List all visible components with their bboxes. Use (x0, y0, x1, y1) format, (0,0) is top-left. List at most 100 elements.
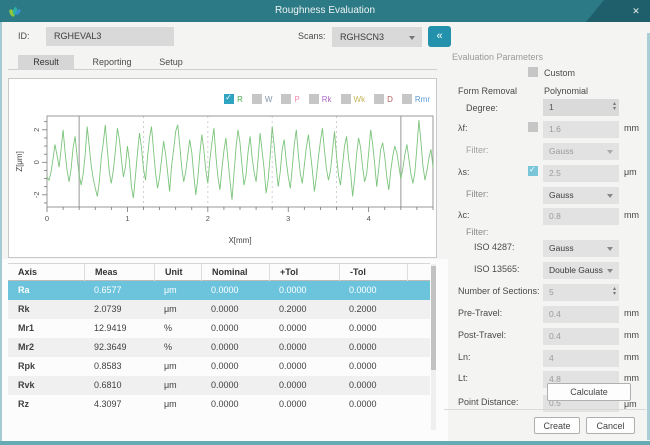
lambda-f-filter-dropdown[interactable]: Gauss (543, 143, 619, 160)
iso-4287-value: Gauss (549, 243, 574, 253)
sections-label: Number of Sections: (458, 286, 540, 296)
table-scrollbar[interactable] (431, 264, 436, 430)
svg-text:-2: -2 (32, 191, 41, 198)
table-cell: 0.0000 (339, 338, 407, 357)
table-row-Rz[interactable]: Rz4.3097μm0.00000.00000.0000 (8, 395, 430, 414)
pre-travel-label: Pre-Travel: (458, 308, 502, 318)
table-cell: Rk (8, 300, 84, 319)
svg-text:X[mm]: X[mm] (228, 236, 251, 245)
table-row-Rpk[interactable]: Rpk0.8583μm0.00000.00000.0000 (8, 357, 430, 376)
chevron-down-icon (607, 269, 613, 273)
table-scrollbar-thumb[interactable] (431, 266, 436, 370)
table-row-Rvk[interactable]: Rvk0.6810μm0.00000.00000.0000 (8, 376, 430, 395)
legend-item-W[interactable]: W (252, 94, 273, 104)
table-cell: 0.0000 (339, 395, 407, 414)
pre-travel-input[interactable]: 0.4 (543, 306, 619, 323)
lambda-f-input[interactable]: 1.6 (543, 121, 619, 138)
iso-4287-dropdown[interactable]: Gauss (543, 240, 619, 257)
close-icon[interactable]: ✕ (627, 0, 645, 22)
unchecked-checkbox-icon[interactable] (252, 94, 262, 104)
legend-label: Rmr (415, 95, 430, 104)
table-cell: 0.0000 (201, 357, 269, 376)
table-cell: μm (154, 300, 201, 319)
custom-checkbox[interactable] (528, 67, 538, 77)
lambda-c-input[interactable]: 0.8 (543, 208, 619, 225)
create-button[interactable]: Create (534, 417, 580, 434)
tab-setup[interactable]: Setup (146, 55, 196, 70)
sections-spinner[interactable]: 5 (543, 284, 619, 301)
table-cell: Mr1 (8, 319, 84, 338)
column-header[interactable]: Nominal (201, 264, 269, 281)
tab-bar: Result Reporting Setup (8, 55, 437, 70)
table-cell: 0.0000 (339, 357, 407, 376)
custom-label: Custom (544, 68, 575, 78)
legend-item-Wk[interactable]: Wk (341, 94, 366, 104)
lambda-s-input[interactable]: 2.5 (543, 165, 619, 182)
ln-input[interactable]: 4 (543, 350, 619, 367)
unchecked-checkbox-icon[interactable] (309, 94, 319, 104)
table-cell: 0.6577 (84, 281, 154, 300)
column-header[interactable]: -Tol (339, 264, 407, 281)
checked-checkbox-icon[interactable] (224, 94, 234, 104)
post-travel-input[interactable]: 0.4 (543, 328, 619, 345)
table-cell: 0.0000 (339, 281, 407, 300)
evaluation-parameters-panel: Evaluation Parameters Custom Form Remova… (440, 22, 650, 445)
table-cell: 0.0000 (269, 338, 339, 357)
table-cell: 0.0000 (269, 395, 339, 414)
table-cell: Rz (8, 395, 84, 414)
unchecked-checkbox-icon[interactable] (281, 94, 291, 104)
table-cell: 0.0000 (339, 376, 407, 395)
degree-spinner[interactable]: 1 (543, 99, 619, 116)
lt-unit: mm (624, 373, 639, 383)
table-row-Mr1[interactable]: Mr112.9419%0.00000.00000.0000 (8, 319, 430, 338)
column-header[interactable]: Axis (8, 264, 84, 281)
svg-text:Z[μm]: Z[μm] (15, 151, 24, 172)
legend-item-R[interactable]: R (224, 94, 243, 104)
panel-header: Evaluation Parameters (452, 52, 543, 62)
unchecked-checkbox-icon[interactable] (374, 94, 384, 104)
tab-result[interactable]: Result (18, 55, 74, 70)
lambda-f-checkbox[interactable] (528, 122, 538, 132)
iso-13565-dropdown[interactable]: Double Gauss (543, 262, 619, 279)
chevron-down-icon (607, 247, 613, 251)
column-header[interactable]: Unit (154, 264, 201, 281)
column-header[interactable]: Meas (84, 264, 154, 281)
id-input[interactable]: RGHEVAL3 (46, 27, 174, 46)
lambda-s-filter-dropdown[interactable]: Gauss (543, 187, 619, 204)
filter-group-label: Filter: (466, 227, 489, 237)
lambda-f-label: λf: (458, 123, 468, 133)
legend-item-Rk[interactable]: Rk (309, 94, 332, 104)
profile-chart-panel: RWPRkWkDRmr 01234-202X[mm]Z[μm] (8, 78, 437, 258)
cancel-button[interactable]: Cancel (586, 417, 635, 434)
table-row-Mr2[interactable]: Mr292.3649%0.00000.00000.0000 (8, 338, 430, 357)
svg-text:4: 4 (367, 214, 371, 223)
legend-item-D[interactable]: D (374, 94, 393, 104)
iso-13565-label: ISO 13565: (474, 264, 520, 274)
table-cell: 0.0000 (201, 376, 269, 395)
legend-label: Wk (354, 95, 366, 104)
table-cell: 0.0000 (201, 395, 269, 414)
lambda-f-unit: mm (624, 123, 639, 133)
column-header[interactable]: +Tol (269, 264, 339, 281)
legend-item-Rmr[interactable]: Rmr (402, 94, 430, 104)
id-label: ID: (18, 31, 30, 41)
table-cell: 0.0000 (269, 376, 339, 395)
legend-item-P[interactable]: P (281, 94, 299, 104)
calculate-button[interactable]: Calculate (547, 383, 631, 401)
tab-reporting[interactable]: Reporting (80, 55, 144, 70)
table-cell: % (154, 338, 201, 357)
unchecked-checkbox-icon[interactable] (341, 94, 351, 104)
chevron-down-icon (607, 150, 613, 154)
roughness-profile-chart[interactable]: 01234-202X[mm]Z[μm] (13, 112, 437, 254)
table-row-Ra[interactable]: Ra0.6577μm0.00000.00000.0000 (8, 281, 430, 300)
unchecked-checkbox-icon[interactable] (402, 94, 412, 104)
scans-dropdown-value: RGHSCN3 (340, 32, 384, 42)
table-cell: 0.2000 (269, 300, 339, 319)
svg-text:0: 0 (32, 160, 41, 164)
table-cell: 0.8583 (84, 357, 154, 376)
lambda-f-filter-value: Gauss (549, 146, 574, 156)
scans-dropdown[interactable]: RGHSCN3 (332, 27, 422, 47)
lambda-s-checkbox[interactable] (528, 166, 538, 176)
table-row-Rk[interactable]: Rk2.0739μm0.00000.20000.2000 (8, 300, 430, 319)
table-cell: μm (154, 376, 201, 395)
